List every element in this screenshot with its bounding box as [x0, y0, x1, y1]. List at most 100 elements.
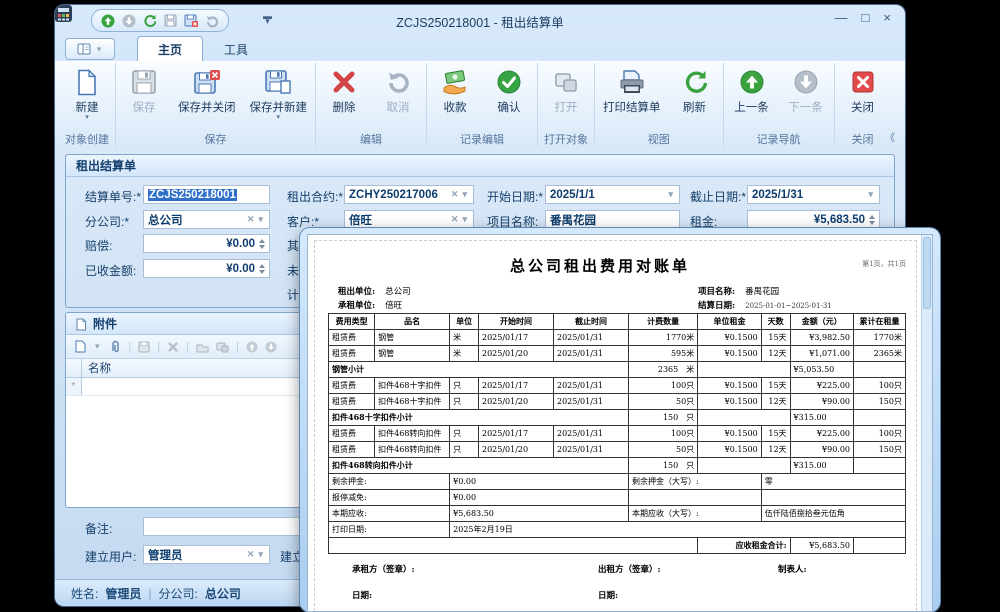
chevron-down-icon[interactable]: ▾ — [93, 342, 102, 351]
remark-label: 备注: — [85, 520, 112, 537]
spinner[interactable] — [255, 239, 265, 249]
compensation-spin-input[interactable]: ¥0.00 — [143, 234, 270, 253]
chevron-down-icon[interactable]: ▾ — [256, 550, 265, 559]
report-cell: ¥315.00 — [790, 410, 853, 426]
report-cell — [629, 490, 762, 506]
settlement-no-label: 结算单号:* — [85, 188, 141, 205]
clear-icon[interactable]: ✕ — [449, 215, 461, 224]
report-cell: 1770米 — [854, 330, 906, 346]
lessor-sign-label: 出租方（签章）: — [598, 563, 661, 575]
confirm-check-icon — [496, 67, 522, 97]
collapse-ribbon-icon[interactable]: 《 — [885, 129, 895, 144]
report-cell: 扣件468十字扣件 — [375, 378, 450, 394]
contract-combo[interactable]: ZCHY250217006 ✕▾ — [344, 185, 474, 204]
report-cell: 钢管 — [375, 330, 450, 346]
report-cell — [854, 538, 906, 554]
save-and-new-icon — [264, 67, 292, 97]
period-value: 2025-01-01~2025-01-31 — [745, 302, 832, 310]
received-spin-input[interactable]: ¥0.00 — [143, 259, 270, 278]
chevron-down-icon[interactable]: ▾ — [866, 190, 875, 199]
chevron-down-icon[interactable]: ▾ — [256, 215, 265, 224]
chevron-down-icon[interactable]: ▾ — [460, 215, 469, 224]
chevron-down-icon[interactable]: ▾ — [666, 190, 675, 199]
clear-icon[interactable]: ✕ — [245, 550, 257, 559]
report-row: 租赁费扣件468转向扣件只2025/01/172025/01/31100只¥0.… — [329, 426, 906, 442]
chevron-down-icon: ▾ — [85, 115, 89, 121]
save-and-new-button[interactable]: 保存并新建▾ — [243, 63, 315, 131]
report-cell: 2025/01/20 — [479, 394, 554, 410]
report-cell: 2025/01/31 — [554, 426, 629, 442]
report-row: 钢管小计2365 米¥5,053.50 — [329, 362, 906, 378]
open-with-icon[interactable] — [216, 341, 229, 353]
chevron-down-icon[interactable]: ▾ — [460, 190, 469, 199]
cancel-button[interactable]: 取消 — [371, 63, 425, 131]
paperclip-icon[interactable] — [109, 340, 122, 353]
move-up-icon[interactable] — [246, 341, 258, 353]
report-cell: 150只 — [854, 442, 906, 458]
ribbon: 新建▾ 对象创建 保存 保存并关闭 保存并新建▾ 保存 — [55, 61, 905, 148]
spinner[interactable] — [865, 215, 875, 225]
created-by-combo[interactable]: 管理员 ✕▾ — [143, 545, 270, 564]
report-cell: 100只 — [854, 378, 906, 394]
close-form-button[interactable]: 关闭 — [836, 63, 890, 131]
tab-tools[interactable]: 工具 — [203, 36, 269, 61]
new-attachment-icon[interactable] — [74, 340, 86, 353]
clear-icon[interactable]: ✕ — [245, 215, 257, 224]
new-button[interactable]: 新建▾ — [60, 63, 114, 131]
confirm-button[interactable]: 确认 — [482, 63, 536, 131]
report-cell: 2025/01/31 — [554, 346, 629, 362]
delete-attachment-icon[interactable] — [167, 341, 179, 353]
next-record-button[interactable]: 下一条 — [779, 63, 833, 131]
open-window-icon — [553, 67, 579, 97]
previous-record-button[interactable]: 上一条 — [725, 63, 779, 131]
save-button[interactable]: 保存 — [117, 63, 171, 131]
open-attachment-icon[interactable] — [196, 341, 209, 353]
row-marker-header — [66, 359, 82, 377]
report-cell: 只 — [450, 378, 479, 394]
report-row: 剩余押金:¥0.00剩余押金（大写）:零 — [329, 474, 906, 490]
branch-combo[interactable]: 总公司 ✕▾ — [143, 210, 270, 229]
preparer-label: 制表人: — [778, 563, 807, 575]
report-scrollbar[interactable] — [921, 235, 932, 611]
settlement-no-input[interactable]: ZCJS250218001 — [143, 185, 270, 204]
report-page: 总公司租出费用对账单 第1页，共1页 租出单位:总公司 承租单位:倍旺 项目名称… — [307, 234, 933, 612]
compensation-label: 赔偿: — [85, 237, 112, 254]
open-button[interactable]: 打开 — [539, 63, 593, 131]
report-cell: 租赁费 — [329, 378, 375, 394]
save-and-close-button[interactable]: 保存并关闭 — [171, 63, 243, 131]
report-cell: 本期应收（大写）: — [629, 506, 762, 522]
report-cell: 2025/01/31 — [554, 442, 629, 458]
report-column-header: 累计在租量 — [854, 314, 906, 330]
application-menu-button[interactable]: ▾ — [65, 38, 115, 60]
close-button[interactable]: × — [883, 10, 891, 25]
report-cell: ¥0.1500 — [698, 378, 761, 394]
status-name-value: 管理员 — [105, 585, 141, 602]
receive-payment-button[interactable]: 收款 — [428, 63, 482, 131]
customer-combo[interactable]: 倍旺 ✕▾ — [344, 210, 474, 229]
clear-icon[interactable]: ✕ — [449, 190, 461, 199]
report-cell: 只 — [450, 426, 479, 442]
report-cell: 2365 米 — [629, 362, 698, 378]
report-column-header: 单位租金 — [698, 314, 761, 330]
report-row: 租赁费扣件468十字扣件只2025/01/202025/01/3150只¥0.1… — [329, 394, 906, 410]
spinner[interactable] — [255, 264, 265, 274]
delete-button[interactable]: 删除 — [317, 63, 371, 131]
project-input[interactable]: 番禺花园 — [545, 210, 680, 229]
print-settlement-button[interactable]: 打印结算单 — [596, 63, 668, 131]
move-down-icon[interactable] — [265, 341, 277, 353]
report-scrollbar-thumb[interactable] — [923, 237, 931, 309]
start-date-picker[interactable]: 2025/1/1 ▾ — [545, 185, 680, 204]
save-attachment-icon[interactable] — [138, 341, 150, 353]
tab-home[interactable]: 主页 — [137, 36, 203, 61]
refresh-button[interactable]: 刷新 — [668, 63, 722, 131]
report-title: 总公司租出费用对账单 — [308, 255, 892, 276]
report-column-header: 品名 — [375, 314, 450, 330]
report-cell: 100只 — [854, 426, 906, 442]
minimize-button[interactable]: — — [835, 10, 848, 25]
report-cell: 扣件468十字扣件小计 — [329, 410, 629, 426]
end-date-picker[interactable]: 2025/1/31 ▾ — [747, 185, 880, 204]
rent-spin-input[interactable]: ¥5,683.50 — [747, 210, 880, 229]
maximize-button[interactable]: □ — [862, 10, 870, 25]
titlebar[interactable]: ▬▾ ZCJS250218001 - 租出结算单 — □ × — [55, 5, 905, 35]
report-cell: ¥3,982.50 — [790, 330, 853, 346]
